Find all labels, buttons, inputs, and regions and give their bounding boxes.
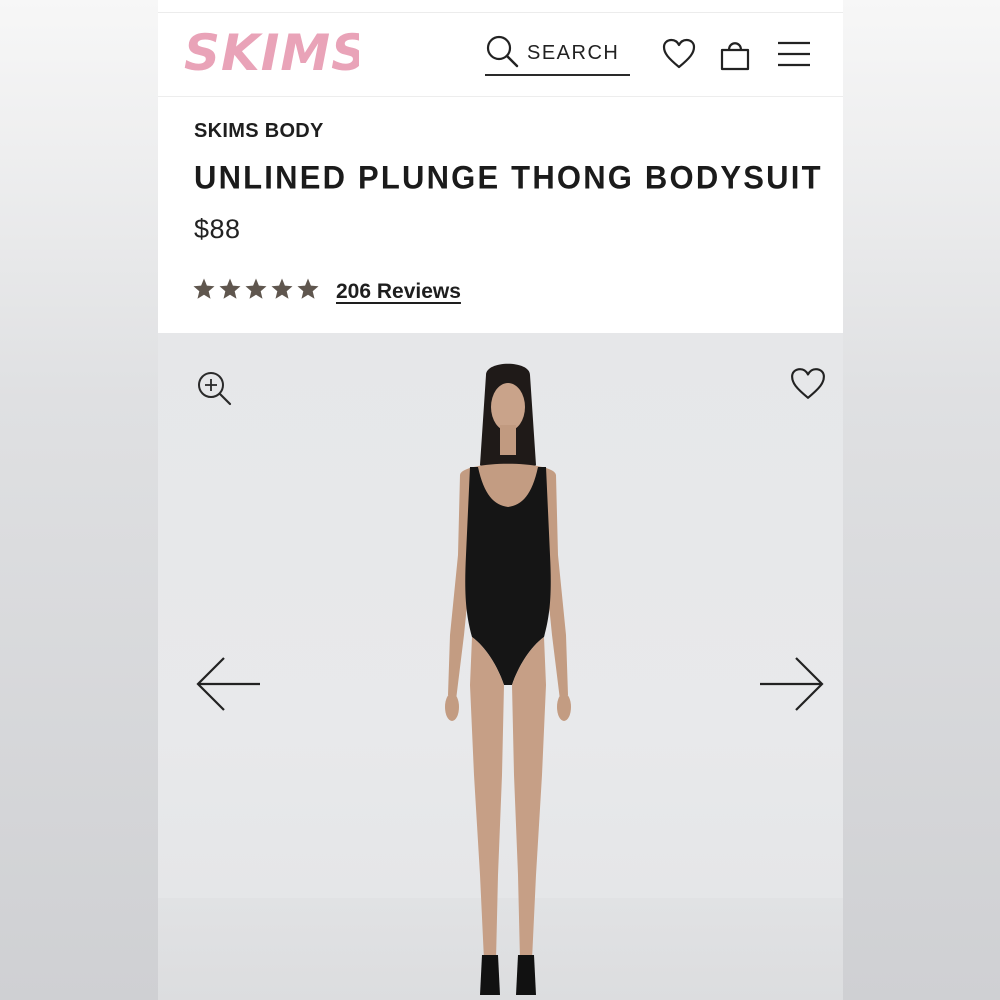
site-header: SKIMS SEARCH bbox=[158, 12, 843, 97]
star-icon bbox=[193, 278, 215, 299]
shopping-bag-icon[interactable] bbox=[719, 37, 751, 76]
rating-stars bbox=[192, 277, 320, 301]
product-price: $88 bbox=[194, 214, 241, 244]
product-title: UNLINED PLUNGE THONG BODYSUIT bbox=[194, 159, 823, 196]
search-icon bbox=[485, 34, 527, 73]
reviews-link[interactable]: 206 Reviews bbox=[336, 280, 461, 304]
image-heart-icon[interactable] bbox=[790, 367, 826, 406]
search-button[interactable]: SEARCH bbox=[485, 32, 630, 76]
wishlist-heart-icon[interactable] bbox=[662, 38, 696, 75]
hamburger-menu-icon[interactable] bbox=[776, 40, 812, 73]
product-brand: SKIMS BODY bbox=[194, 120, 324, 142]
arrow-right-icon[interactable] bbox=[758, 656, 826, 717]
star-icon bbox=[297, 278, 319, 299]
background-right bbox=[843, 0, 1000, 1000]
product-image-gallery[interactable] bbox=[158, 333, 843, 1000]
background-left bbox=[0, 0, 158, 1000]
star-icon bbox=[271, 278, 293, 299]
star-icon bbox=[219, 278, 241, 299]
skims-logo[interactable]: SKIMS bbox=[184, 24, 367, 83]
arrow-left-icon[interactable] bbox=[194, 656, 262, 717]
zoom-in-icon[interactable] bbox=[196, 370, 232, 411]
svg-text:SKIMS: SKIMS bbox=[184, 26, 359, 78]
product-page: SKIMS SEARCH SKIMS BODY UNLINED PLUNGE T… bbox=[158, 0, 843, 1000]
search-label: SEARCH bbox=[527, 41, 620, 64]
product-model-photo bbox=[445, 363, 571, 995]
star-icon bbox=[245, 278, 267, 299]
